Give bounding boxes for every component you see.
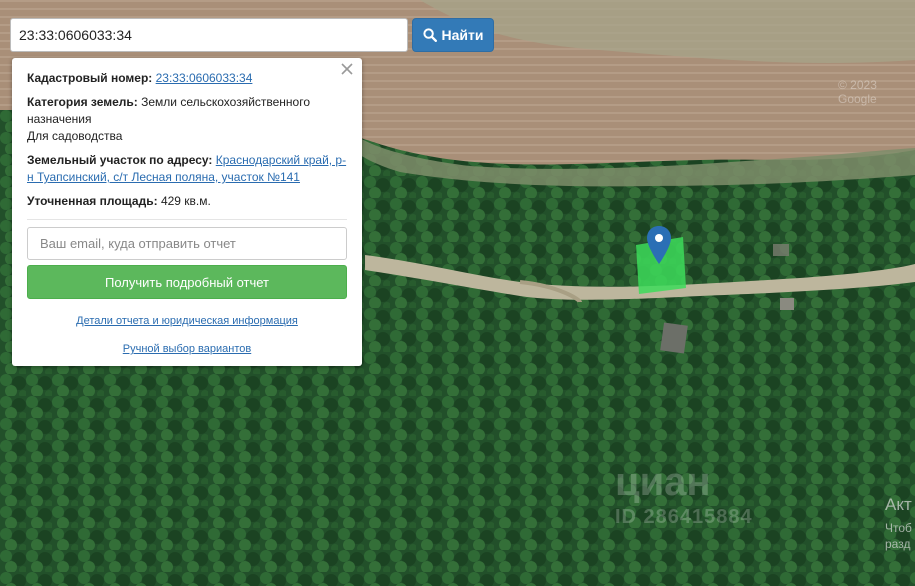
map-copyright: © 2023 Google <box>838 78 877 106</box>
parcel-info-panel: Кадастровый номер: 23:33:0606033:34 Кате… <box>12 58 362 366</box>
search-bar: Найти <box>10 18 494 52</box>
category-label: Категория земель: <box>27 95 138 109</box>
report-details-link[interactable]: Детали отчета и юридическая информация <box>76 315 298 327</box>
area-value: 429 кв.м. <box>160 194 211 208</box>
search-button[interactable]: Найти <box>412 18 494 52</box>
cadastral-label: Кадастровый номер: <box>27 71 153 85</box>
activation-title: Акт <box>885 495 912 514</box>
area-row: Уточненная площадь: 429 кв.м. <box>27 193 347 210</box>
area-label: Уточненная площадь: <box>27 194 158 208</box>
manual-link-wrap: Ручной выбор вариантов <box>27 341 347 358</box>
panel-divider <box>27 219 347 220</box>
email-input[interactable] <box>27 227 347 260</box>
activation-line-3: разд <box>885 537 911 551</box>
activation-line-2: Чтоб <box>885 521 912 535</box>
details-link-wrap: Детали отчета и юридическая информация <box>27 313 347 330</box>
address-label: Земельный участок по адресу: <box>27 153 213 167</box>
usage-value: Для садоводства <box>27 129 123 143</box>
search-icon <box>422 28 437 42</box>
cian-watermark: циан ID 286415884 <box>615 462 753 529</box>
manual-selection-link[interactable]: Ручной выбор вариантов <box>123 343 251 355</box>
watermark-brand: циан <box>615 460 711 504</box>
close-icon[interactable] <box>340 62 354 81</box>
cadastral-number-link[interactable]: 23:33:0606033:34 <box>156 71 253 85</box>
watermark-id: ID 286415884 <box>615 506 753 528</box>
cadastral-search-input[interactable] <box>10 18 408 52</box>
search-button-label: Найти <box>441 27 484 43</box>
windows-activation-notice: Акт Чтоб разд <box>885 495 912 551</box>
cadastral-row: Кадастровый номер: 23:33:0606033:34 <box>27 70 347 87</box>
address-row: Земельный участок по адресу: Краснодарск… <box>27 152 347 186</box>
category-row: Категория земель: Земли сельскохозяйстве… <box>27 94 347 145</box>
get-report-button[interactable]: Получить подробный отчет <box>27 265 347 299</box>
